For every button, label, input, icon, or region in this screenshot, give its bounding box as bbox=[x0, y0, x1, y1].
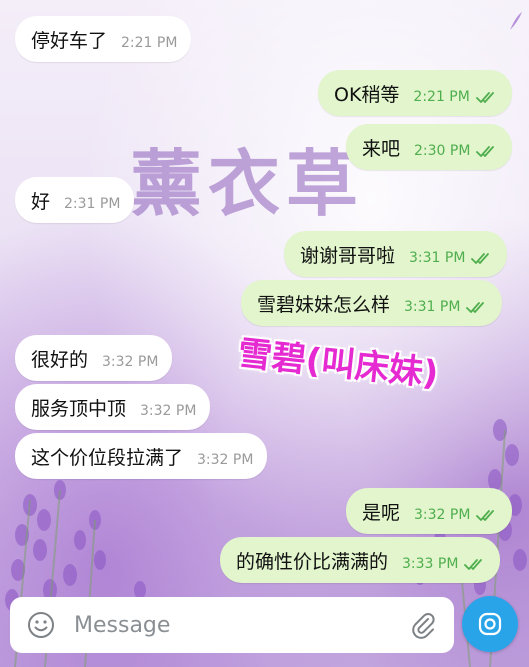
message-bubble-outgoing[interactable]: 来吧 2:30 PM bbox=[346, 124, 513, 170]
message-time: 2:30 PM bbox=[414, 143, 471, 159]
message-bubble-incoming[interactable]: 好 2:31 PM bbox=[15, 177, 135, 223]
message-bubble-outgoing[interactable]: 谢谢哥哥啦 3:31 PM bbox=[284, 231, 508, 277]
message-time: 3:32 PM bbox=[140, 403, 197, 419]
message-time: 3:31 PM bbox=[409, 250, 466, 266]
message-text: 谢谢哥哥啦 bbox=[300, 244, 396, 267]
message-bubble-outgoing[interactable]: 是呢 3:32 PM bbox=[346, 488, 513, 534]
message-time: 2:31 PM bbox=[64, 196, 121, 212]
double-check-icon bbox=[475, 92, 494, 103]
message-text: 是呢 bbox=[362, 501, 401, 524]
message-time: 3:31 PM bbox=[404, 299, 461, 315]
double-check-icon bbox=[476, 510, 495, 521]
message-bubble-incoming[interactable]: 很好的 3:32 PM bbox=[15, 335, 173, 381]
message-text: 的确性价比满满的 bbox=[236, 550, 389, 573]
message-time: 3:32 PM bbox=[102, 354, 159, 370]
message-text: 来吧 bbox=[362, 137, 401, 160]
message-time: 3:33 PM bbox=[402, 556, 459, 572]
message-input[interactable]: Message bbox=[74, 613, 406, 638]
message-time: 2:21 PM bbox=[121, 35, 178, 51]
message-text: 很好的 bbox=[31, 348, 89, 371]
paperclip-icon[interactable] bbox=[406, 608, 440, 642]
message-text: 这个价位段拉满了 bbox=[31, 446, 184, 469]
overlay-caption: 雪碧(叫床妹) bbox=[236, 333, 441, 395]
message-bubble-outgoing[interactable]: 的确性价比满满的 3:33 PM bbox=[220, 537, 501, 583]
message-time: 3:32 PM bbox=[414, 507, 471, 523]
double-check-icon bbox=[476, 146, 495, 157]
message-bubble-incoming[interactable]: 服务顶中顶 3:32 PM bbox=[15, 384, 211, 430]
message-time: 2:21 PM bbox=[413, 89, 470, 105]
message-text: 雪碧妹妹怎么样 bbox=[257, 293, 391, 316]
emoji-icon[interactable] bbox=[24, 608, 58, 642]
message-time: 3:32 PM bbox=[197, 452, 254, 468]
double-check-icon bbox=[471, 253, 490, 264]
double-check-icon bbox=[466, 302, 485, 313]
message-bubble-incoming[interactable]: 这个价位段拉满了 3:32 PM bbox=[15, 433, 268, 479]
camera-button[interactable] bbox=[462, 596, 518, 652]
message-bubble-incoming[interactable]: 停好车了 2:21 PM bbox=[15, 16, 192, 62]
message-bubble-outgoing[interactable]: OK稍等 2:21 PM bbox=[318, 70, 512, 116]
message-composer: Message bbox=[10, 597, 454, 653]
watermark-text: 薰衣草 bbox=[130, 141, 365, 226]
double-check-icon bbox=[464, 559, 483, 570]
message-text: 好 bbox=[31, 190, 51, 213]
message-text: 停好车了 bbox=[31, 29, 108, 52]
message-text: OK稍等 bbox=[334, 83, 400, 106]
message-bubble-outgoing[interactable]: 雪碧妹妹怎么样 3:31 PM bbox=[241, 280, 503, 326]
message-text: 服务顶中顶 bbox=[31, 397, 127, 420]
camera-icon bbox=[478, 612, 502, 636]
